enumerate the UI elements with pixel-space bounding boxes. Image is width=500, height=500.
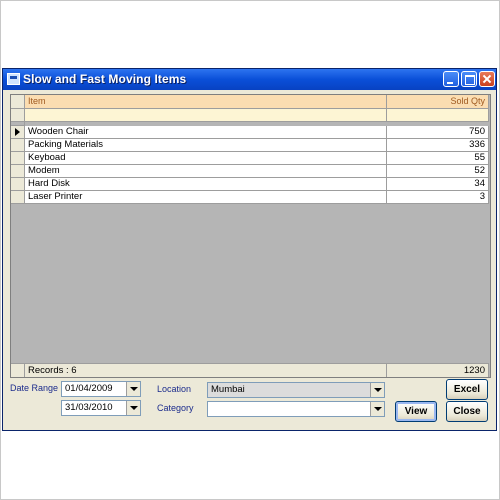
location-select[interactable]: Mumbai bbox=[207, 382, 385, 398]
current-row-arrow-icon bbox=[15, 128, 20, 136]
table-cell-item[interactable]: Keyboad bbox=[25, 152, 387, 165]
chevron-down-icon[interactable] bbox=[126, 382, 140, 396]
table-cell-item[interactable]: Packing Materials bbox=[25, 139, 387, 152]
row-selector[interactable] bbox=[11, 191, 25, 204]
row-selector[interactable] bbox=[11, 165, 25, 178]
close-window-button[interactable] bbox=[479, 71, 495, 87]
table-cell-item[interactable]: Laser Printer bbox=[25, 191, 387, 204]
window-title: Slow and Fast Moving Items bbox=[23, 72, 187, 86]
excel-button[interactable]: Excel bbox=[446, 379, 488, 400]
total-sold-qty: 1230 bbox=[387, 363, 489, 377]
records-count: Records : 6 bbox=[25, 363, 387, 377]
row-selector[interactable] bbox=[11, 139, 25, 152]
table-cell-item[interactable]: Modem bbox=[25, 165, 387, 178]
table-cell-qty[interactable]: 750 bbox=[387, 126, 489, 139]
grid-header: Item Sold Qty bbox=[11, 95, 489, 109]
table-cell-item[interactable]: Hard Disk bbox=[25, 178, 387, 191]
new-row-qty-cell[interactable] bbox=[387, 109, 489, 122]
grid-footer: Records : 6 1230 bbox=[11, 363, 489, 377]
table-cell-qty[interactable]: 52 bbox=[387, 165, 489, 178]
header-corner bbox=[11, 95, 25, 109]
category-select[interactable] bbox=[207, 401, 385, 417]
table-cell-qty[interactable]: 3 bbox=[387, 191, 489, 204]
table-cell-qty[interactable]: 34 bbox=[387, 178, 489, 191]
maximize-button[interactable] bbox=[461, 71, 477, 87]
view-button[interactable]: View bbox=[395, 401, 437, 422]
table-cell-qty[interactable]: 336 bbox=[387, 139, 489, 152]
column-header-item[interactable]: Item bbox=[25, 95, 387, 109]
date-from-value: 01/04/2009 bbox=[65, 383, 113, 394]
table-cell-item[interactable]: Wooden Chair bbox=[25, 126, 387, 139]
location-value: Mumbai bbox=[211, 384, 245, 395]
chevron-down-icon[interactable] bbox=[370, 383, 384, 397]
row-selector[interactable] bbox=[11, 126, 25, 139]
date-to-picker[interactable]: 31/03/2010 bbox=[61, 400, 141, 416]
table-cell-qty[interactable]: 55 bbox=[387, 152, 489, 165]
chevron-down-icon[interactable] bbox=[370, 402, 384, 416]
items-grid[interactable]: Item Sold Qty Wooden Chair 750 Packing M… bbox=[10, 94, 491, 378]
location-label: Location bbox=[157, 384, 192, 394]
new-row-item-cell[interactable] bbox=[25, 109, 387, 122]
close-button[interactable]: Close bbox=[446, 401, 488, 422]
category-label: Category bbox=[157, 403, 194, 413]
row-selector[interactable] bbox=[11, 178, 25, 191]
minimize-button[interactable] bbox=[443, 71, 459, 87]
row-selector[interactable] bbox=[11, 109, 25, 122]
footer-corner bbox=[11, 363, 25, 377]
title-bar[interactable]: Slow and Fast Moving Items bbox=[3, 69, 496, 90]
report-window: Slow and Fast Moving Items Item Sold Qty… bbox=[2, 68, 497, 431]
date-from-picker[interactable]: 01/04/2009 bbox=[61, 381, 141, 397]
app-icon bbox=[7, 73, 20, 85]
column-header-sold-qty[interactable]: Sold Qty bbox=[387, 95, 489, 109]
row-selector[interactable] bbox=[11, 152, 25, 165]
date-to-value: 31/03/2010 bbox=[65, 402, 113, 413]
date-range-label: Date Range bbox=[10, 383, 59, 393]
chevron-down-icon[interactable] bbox=[126, 401, 140, 415]
